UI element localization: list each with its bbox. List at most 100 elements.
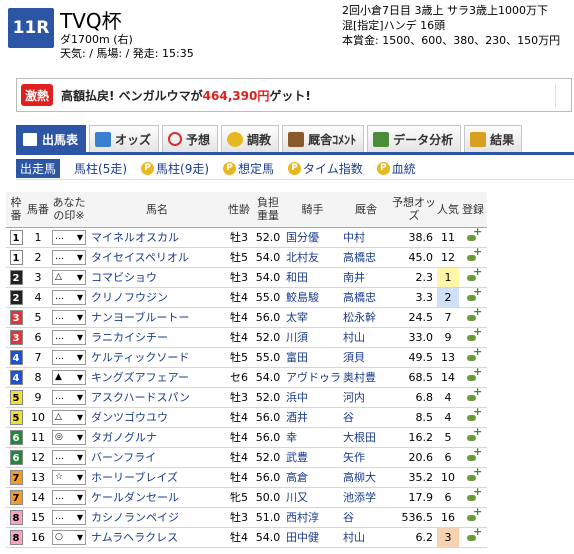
mark-select[interactable]: … [52,310,86,325]
tab-4[interactable]: 厩舎ｺﾒﾝﾄ [282,125,365,152]
add-favorite-icon[interactable] [466,327,482,342]
horse-name-link[interactable]: ホーリーブレイズ [88,467,226,488]
add-favorite-icon[interactable] [466,367,482,382]
waku-cell: 2 [6,267,26,288]
horse-name-link[interactable]: カシノランペイジ [88,507,226,528]
waku-cell: 5 [6,387,26,408]
trainer-link[interactable]: 谷 [341,507,391,528]
mark-select[interactable]: … [52,510,86,525]
horse-name-link[interactable]: マイネルオスカル [88,227,226,248]
jockey-link[interactable]: 和田 [284,267,341,288]
horse-name-link[interactable]: キングズアフェアー [88,367,226,388]
trainer-link[interactable]: 高橋忠 [341,247,391,268]
subtab-0[interactable]: 出走馬 [16,159,61,178]
mark-select[interactable]: ○ [52,530,86,545]
mark-select[interactable]: △ [52,270,86,285]
mark-select[interactable]: ◎ [52,430,86,445]
tab-0[interactable]: 出馬表 [16,125,87,152]
tab-3[interactable]: 調教 [221,125,280,152]
add-favorite-icon[interactable] [466,387,482,402]
promo-banner[interactable]: 激熱 高額払戻! ベンガルウマが464,390円ゲット! [16,78,572,112]
jockey-link[interactable]: 川須 [284,327,341,348]
add-favorite-icon[interactable] [466,527,482,542]
trainer-link[interactable]: 高柳大 [341,467,391,488]
mark-select[interactable]: … [52,230,86,245]
add-favorite-icon[interactable] [466,407,482,422]
add-favorite-icon[interactable] [466,347,482,362]
mark-select[interactable]: ☆ [52,470,86,485]
add-favorite-icon[interactable] [466,247,482,262]
subtab-2[interactable]: P 馬柱(9走) [141,160,209,177]
jockey-link[interactable]: 浜中 [284,387,341,408]
trainer-link[interactable]: 池添学 [341,487,391,508]
horse-name-link[interactable]: タガノグルナ [88,427,226,448]
trainer-link[interactable]: 河内 [341,387,391,408]
tab-2[interactable]: 予想 [162,125,219,152]
add-favorite-icon[interactable] [466,467,482,482]
trainer-link[interactable]: 須貝 [341,347,391,368]
subtab-4[interactable]: P タイム指数 [288,160,363,177]
waku-badge: 3 [9,309,23,325]
horse-name-link[interactable]: ラニカイシチー [88,327,226,348]
add-favorite-icon[interactable] [466,287,482,302]
horse-name-link[interactable]: ダンツゴウユウ [88,407,226,428]
trainer-link[interactable]: 高橋忠 [341,287,391,308]
mark-select[interactable]: … [52,330,86,345]
add-favorite-icon[interactable] [466,487,482,502]
jockey-link[interactable]: 武豊 [284,447,341,468]
jockey-link[interactable]: アヴドゥラ [284,367,341,388]
subtab-5[interactable]: P 血統 [376,160,416,177]
add-favorite-icon[interactable] [466,267,482,282]
mark-select[interactable]: … [52,390,86,405]
mark-select[interactable]: … [52,250,86,265]
trainer-link[interactable]: 谷 [341,407,391,428]
mark-select[interactable]: … [52,490,86,505]
trainer-link[interactable]: 村山 [341,527,391,548]
add-favorite-icon[interactable] [466,227,482,242]
horse-name-link[interactable]: バーンフライ [88,447,226,468]
add-favorite-icon[interactable] [466,507,482,522]
mark-select[interactable]: … [52,350,86,365]
jockey-link[interactable]: 西村淳 [284,507,341,528]
trainer-link[interactable]: 矢作 [341,447,391,468]
trainer-link[interactable]: 奥村豊 [341,367,391,388]
trainer-link[interactable]: 中村 [341,227,391,248]
horse-name-link[interactable]: ナムラヘラクレス [88,527,226,548]
jockey-link[interactable]: 富田 [284,347,341,368]
horse-name-link[interactable]: コマビショウ [88,267,226,288]
add-favorite-icon[interactable] [466,307,482,322]
trainer-link[interactable]: 松永幹 [341,307,391,328]
trainer-link[interactable]: 村山 [341,327,391,348]
add-favorite-icon[interactable] [466,427,482,442]
mark-select[interactable]: △ [52,410,86,425]
horse-name-link[interactable]: タイセイスペリオル [88,247,226,268]
mark-select[interactable]: … [52,450,86,465]
tab-6[interactable]: 結果 [464,125,523,152]
tab-1[interactable]: オッズ [89,125,160,152]
subtab-3[interactable]: P 想定馬 [223,160,274,177]
mark-select[interactable]: … [52,290,86,305]
weight-cell: 54.0 [252,367,284,388]
jockey-link[interactable]: 太宰 [284,307,341,328]
jockey-link[interactable]: 酒井 [284,407,341,428]
tab-5[interactable]: データ分析 [367,125,462,152]
horse-name-link[interactable]: アスクハードスパン [88,387,226,408]
jockey-link[interactable]: 北村友 [284,247,341,268]
trainer-link[interactable]: 南井 [341,267,391,288]
jockey-link[interactable]: 田中健 [284,527,341,548]
jockey-link[interactable]: 高倉 [284,467,341,488]
trainer-link[interactable]: 大根田 [341,427,391,448]
jockey-link[interactable]: 幸 [284,427,341,448]
mark-select[interactable]: ▲ [52,370,86,385]
jockey-link[interactable]: 鮫島駿 [284,287,341,308]
horse-name-link[interactable]: ケールダンセール [88,487,226,508]
jockey-link[interactable]: 国分優 [284,227,341,248]
jockey-link[interactable]: 川又 [284,487,341,508]
subtab-1[interactable]: 馬柱(5走) [74,160,127,177]
horse-name-link[interactable]: ナンヨーブルートー [88,307,226,328]
horse-name-link[interactable]: ケルティックソード [88,347,226,368]
promo-text[interactable]: 高額払戻! ベンガルウマが464,390円ゲット! [61,87,311,104]
add-favorite-icon[interactable] [466,447,482,462]
subtab-label: 想定馬 [238,162,275,176]
horse-name-link[interactable]: クリノフウジン [88,287,226,308]
